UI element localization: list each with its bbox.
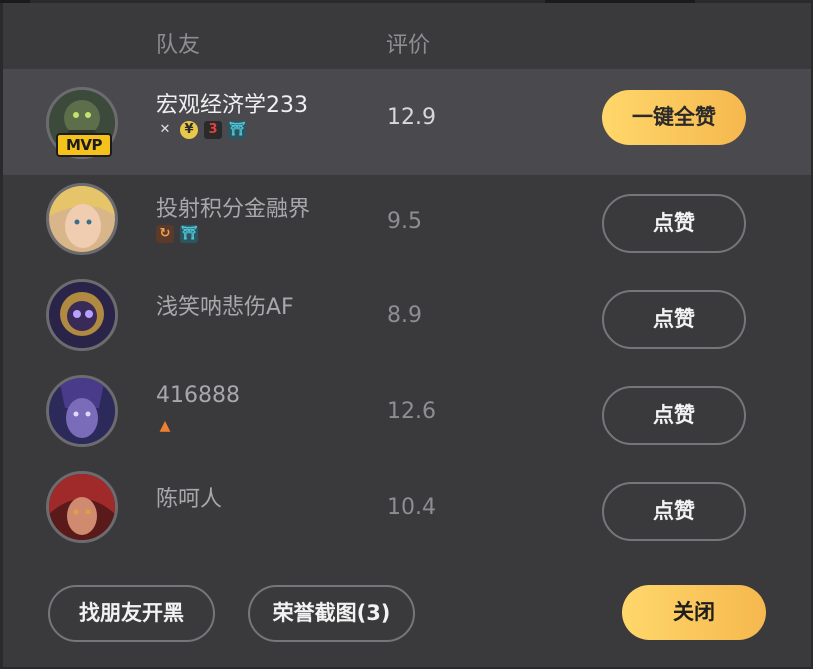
three-kills-icon: 3 (204, 121, 222, 139)
close-button[interactable]: 关闭 (622, 585, 766, 640)
gate-icon: ⛩ (228, 121, 246, 139)
teammate-rating-panel: 队友 评价 MVP 宏观经济学233 ✕ ¥ 3 ⛩ 12.9 一键全赞 投射积… (3, 3, 811, 667)
player-name: 陈呵人 (156, 487, 223, 512)
teammate-column-header: 队友 (156, 33, 201, 58)
player-badges: ↻ ⛩ (156, 225, 198, 245)
player-name: 宏观经济学233 (156, 93, 308, 118)
table-header: 队友 评价 (3, 3, 811, 69)
player-row-1: MVP 宏观经济学233 ✕ ¥ 3 ⛩ 12.9 一键全赞 (3, 69, 811, 175)
player-avatar (46, 183, 118, 255)
player-name: 浅笑呐悲伤AF (156, 295, 294, 320)
player-avatar (46, 279, 118, 351)
player-name: 投射积分金融界 (156, 197, 311, 222)
player-score: 8.9 (387, 303, 422, 328)
cross-swords-icon: ✕ (156, 121, 174, 139)
player-row-2: 投射积分金融界 ↻ ⛩ 9.5 点赞 (3, 175, 811, 271)
find-friends-button[interactable]: 找朋友开黑 (48, 585, 215, 642)
player-score: 10.4 (387, 495, 436, 520)
honor-screenshot-button[interactable]: 荣誉截图(3) (248, 585, 415, 642)
like-button[interactable]: 点赞 (602, 386, 746, 445)
like-button[interactable]: 点赞 (602, 194, 746, 253)
player-name: 416888 (156, 383, 240, 408)
like-button[interactable]: 点赞 (602, 290, 746, 349)
coin-icon: ¥ (180, 121, 198, 139)
player-row-4: 416888 ▲ 12.6 点赞 (3, 367, 811, 463)
gate-icon: ⛩ (180, 225, 198, 243)
player-score: 12.6 (387, 399, 436, 424)
player-row-3: 浅笑呐悲伤AF 8.9 点赞 (3, 271, 811, 367)
player-score: 9.5 (387, 209, 422, 234)
mvp-badge: MVP (56, 133, 112, 157)
player-avatar (46, 375, 118, 447)
rating-column-header: 评价 (386, 33, 431, 58)
hook-icon: ↻ (156, 225, 174, 243)
like-button[interactable]: 点赞 (602, 482, 746, 541)
like-all-button[interactable]: 一键全赞 (602, 90, 746, 145)
player-badges: ▲ (156, 417, 174, 437)
player-score: 12.9 (387, 105, 436, 130)
fire-icon: ▲ (159, 418, 171, 434)
player-avatar (46, 471, 118, 543)
player-badges: ✕ ¥ 3 ⛩ (156, 121, 246, 141)
player-row-5: 陈呵人 10.4 点赞 (3, 463, 811, 559)
